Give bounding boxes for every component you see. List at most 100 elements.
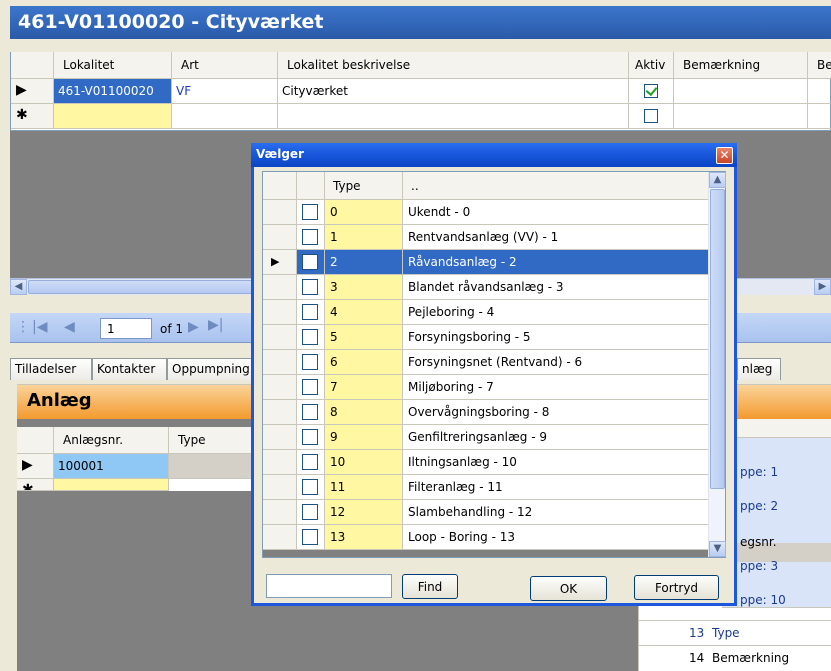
description-cell[interactable]: Rentvandsanlæg (VV) - 1 [403, 225, 709, 250]
scroll-thumb[interactable] [710, 189, 725, 489]
row-checkbox[interactable] [302, 279, 318, 295]
list-item[interactable]: 10 Iltningsanlæg - 10 [263, 450, 709, 475]
right-panel-item[interactable]: ppe: 2 [740, 499, 778, 513]
list-item[interactable]: 9 Genfiltreringsanlæg - 9 [263, 425, 709, 450]
row-checkbox[interactable] [302, 454, 318, 470]
row-checkbox-cell[interactable] [297, 250, 325, 275]
new-row-indicator[interactable]: ✱ [11, 104, 54, 129]
description-cell[interactable]: Genfiltreringsanlæg - 9 [403, 425, 709, 450]
cell-lokalitet[interactable]: 461-V01100020 [54, 79, 172, 104]
search-input[interactable] [266, 574, 392, 598]
scroll-up-icon[interactable]: ▲ [709, 172, 726, 188]
description-cell[interactable]: Pejleboring - 4 [403, 300, 709, 325]
list-item[interactable]: 8 Overvågningsboring - 8 [263, 400, 709, 425]
row-selector[interactable]: ▶ [263, 250, 297, 275]
previous-record-icon[interactable]: ◀ [64, 319, 75, 335]
column-header-type[interactable]: Type [325, 172, 403, 200]
column-header-description[interactable]: .. [403, 172, 709, 200]
column-header-aktiv[interactable]: Aktiv [629, 52, 674, 79]
description-cell[interactable]: Ukendt - 0 [403, 200, 709, 225]
column-header-anlaegsnr[interactable]: Anlægsnr. [54, 427, 169, 454]
row-selector[interactable] [263, 375, 297, 400]
row-selector[interactable] [263, 500, 297, 525]
row-checkbox-cell[interactable] [297, 325, 325, 350]
row-checkbox-cell[interactable] [297, 525, 325, 550]
row-checkbox[interactable] [302, 204, 318, 220]
description-cell[interactable]: Iltningsanlæg - 10 [403, 450, 709, 475]
right-panel-item[interactable]: ppe: 1 [740, 465, 778, 479]
row-checkbox[interactable] [302, 529, 318, 545]
new-cell-lokalitet[interactable] [54, 104, 172, 129]
list-item[interactable]: 4 Pejleboring - 4 [263, 300, 709, 325]
tab-oppumpning[interactable]: Oppumpning [167, 358, 257, 380]
column-header-type[interactable]: Type [169, 427, 257, 454]
row-checkbox-cell[interactable] [297, 400, 325, 425]
type-cell[interactable]: 7 [325, 375, 403, 400]
type-cell[interactable]: 1 [325, 225, 403, 250]
cell-anlaegsnr[interactable]: 100001 [54, 454, 169, 479]
list-item[interactable]: 12 Slambehandling - 12 [263, 500, 709, 525]
description-cell[interactable]: Overvågningsboring - 8 [403, 400, 709, 425]
row-checkbox[interactable] [302, 404, 318, 420]
row-checkbox[interactable] [302, 479, 318, 495]
type-cell[interactable]: 6 [325, 350, 403, 375]
list-item[interactable]: 6 Forsyningsnet (Rentvand) - 6 [263, 350, 709, 375]
row-checkbox-cell[interactable] [297, 375, 325, 400]
row-selector[interactable] [263, 425, 297, 450]
description-cell[interactable]: Miljøboring - 7 [403, 375, 709, 400]
row-selector[interactable] [263, 475, 297, 500]
list-item[interactable]: 1 Rentvandsanlæg (VV) - 1 [263, 225, 709, 250]
row-checkbox-cell[interactable] [297, 500, 325, 525]
type-cell[interactable]: 2 [325, 250, 403, 275]
type-cell[interactable]: 0 [325, 200, 403, 225]
row-selector[interactable] [263, 300, 297, 325]
row-checkbox[interactable] [302, 429, 318, 445]
right-panel-item[interactable]: ppe: 3 [740, 559, 778, 573]
right-panel-item[interactable]: egsnr. [740, 535, 777, 549]
cell-art[interactable]: VF [172, 79, 278, 104]
row-checkbox-cell[interactable] [297, 425, 325, 450]
cell-type[interactable] [169, 454, 257, 479]
list-item[interactable]: 0 Ukendt - 0 [263, 200, 709, 225]
close-icon[interactable]: ✕ [716, 147, 733, 164]
row-checkbox[interactable] [302, 354, 318, 370]
position-input[interactable]: 1 [100, 318, 152, 339]
list-item[interactable]: 13 Loop - Boring - 13 [263, 525, 709, 550]
row-selector[interactable] [263, 225, 297, 250]
field-label-bemaerkning[interactable]: Bemærkning [712, 651, 789, 665]
new-cell-aktiv[interactable] [629, 104, 674, 129]
type-cell[interactable]: 9 [325, 425, 403, 450]
column-header-be[interactable]: Be [808, 52, 831, 79]
description-cell[interactable]: Filteranlæg - 11 [403, 475, 709, 500]
column-header-bemaerkning[interactable]: Bemærkning [674, 52, 808, 79]
anlaeg-new-row-indicator[interactable]: ✱ [17, 479, 54, 491]
scroll-right-icon[interactable]: ▶ [814, 279, 831, 295]
row-checkbox[interactable] [302, 504, 318, 520]
list-item[interactable]: 3 Blandet råvandsanlæg - 3 [263, 275, 709, 300]
row-selector[interactable] [263, 525, 297, 550]
find-button[interactable]: Find [402, 574, 458, 599]
column-header-beskrivelse[interactable]: Lokalitet beskrivelse [278, 52, 629, 79]
new-cell-be[interactable] [808, 104, 831, 129]
list-item[interactable]: 7 Miljøboring - 7 [263, 375, 709, 400]
new-cell-beskrivelse[interactable] [278, 104, 629, 129]
vertical-scrollbar[interactable]: ▲ ▼ [708, 172, 726, 557]
list-item[interactable]: 11 Filteranlæg - 11 [263, 475, 709, 500]
column-header-art[interactable]: Art [172, 52, 278, 79]
type-cell[interactable]: 5 [325, 325, 403, 350]
description-cell[interactable]: Forsyningsboring - 5 [403, 325, 709, 350]
tab-kontakter[interactable]: Kontakter [92, 358, 167, 380]
row-checkbox[interactable] [302, 329, 318, 345]
type-cell[interactable]: 13 [325, 525, 403, 550]
description-cell[interactable]: Forsyningsnet (Rentvand) - 6 [403, 350, 709, 375]
right-panel-item[interactable]: ppe: 10 [740, 593, 786, 607]
type-cell[interactable]: 10 [325, 450, 403, 475]
tab-tilladelser[interactable]: Tilladelser [10, 358, 92, 380]
new-cell-art[interactable] [172, 104, 278, 129]
row-selector[interactable] [263, 350, 297, 375]
cell-bemaerkning[interactable] [674, 79, 808, 104]
type-cell[interactable]: 12 [325, 500, 403, 525]
list-item[interactable]: ▶ 2 Råvandsanlæg - 2 [263, 250, 709, 275]
row-selector[interactable] [263, 275, 297, 300]
row-selector[interactable] [263, 400, 297, 425]
